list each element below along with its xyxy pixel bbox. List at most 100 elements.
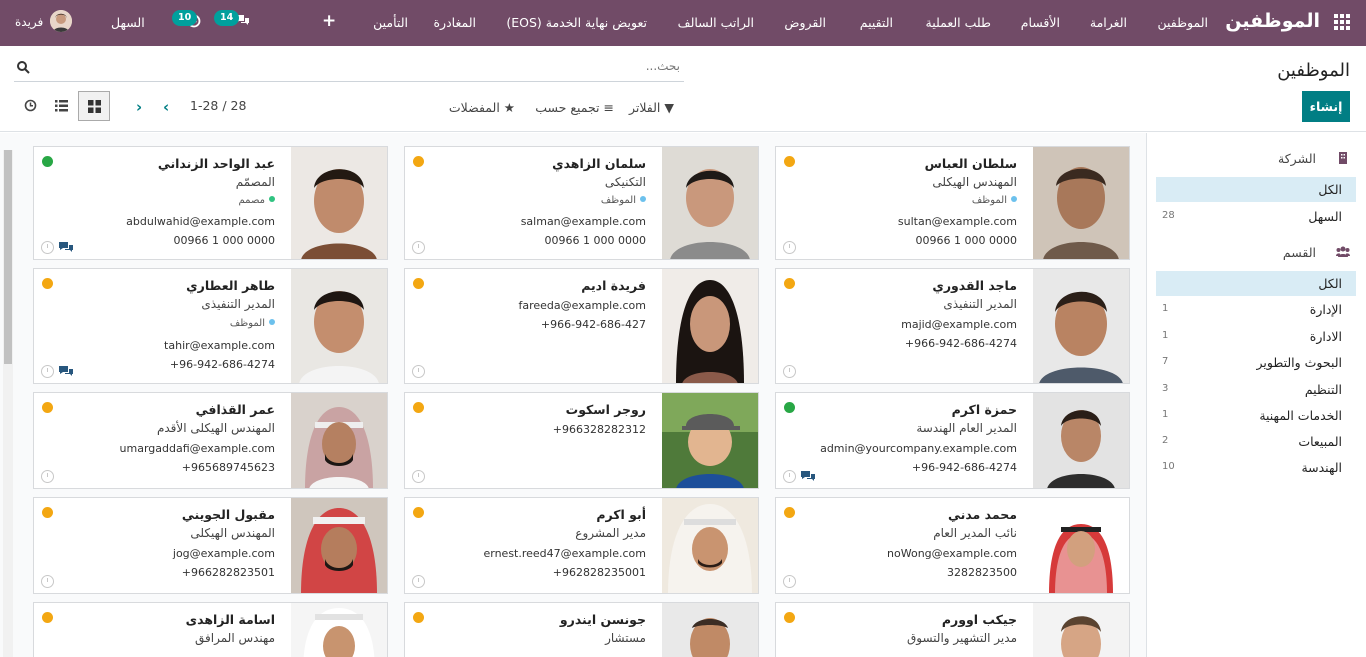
employee-card[interactable]: حمزة اكرم المدير العام الهندسة admin@you… <box>775 392 1130 489</box>
employee-card[interactable]: جيكب اوورم مدير التشهير والتسوق <box>775 602 1130 657</box>
page-title: الموظفين <box>1277 60 1350 81</box>
menu-loans[interactable]: القروض <box>784 15 826 30</box>
employee-email[interactable]: sultan@example.com <box>898 215 1017 228</box>
company-switcher[interactable]: السهل <box>111 15 145 30</box>
department-label: الكل <box>1318 276 1342 291</box>
message-icon[interactable] <box>59 366 73 376</box>
department-item[interactable]: التنظيم 3 <box>1156 377 1356 402</box>
list-view-icon <box>55 100 68 112</box>
department-item[interactable]: المبيعات 2 <box>1156 429 1356 454</box>
employee-email[interactable]: abdulwahid@example.com <box>126 215 275 228</box>
employee-email[interactable]: jog@example.com <box>173 547 275 560</box>
employee-card[interactable]: سلمان الزاهدي التكنيكى الموظف salman@exa… <box>404 146 759 260</box>
department-count: 7 <box>1162 356 1169 367</box>
scrollbar[interactable] <box>3 150 13 657</box>
apps-menu-icon[interactable] <box>1334 14 1350 30</box>
activity-view-button[interactable] <box>15 91 47 121</box>
presence-status-dot <box>413 507 424 518</box>
menu-salary-advance[interactable]: الراتب السالف <box>678 15 754 30</box>
employee-email[interactable]: noWong@example.com <box>887 547 1017 560</box>
employee-photo <box>1033 498 1129 593</box>
employee-card[interactable]: عبد الواحد الزنداني المصمّم مصمم abdulwa… <box>33 146 388 260</box>
employee-email[interactable]: salman@example.com <box>521 215 646 228</box>
scrollbar-thumb[interactable] <box>4 150 12 364</box>
pager-previous-icon[interactable]: ‹ <box>136 98 142 116</box>
employee-card[interactable]: مقبول الجويني المهندس الهيكلى jog@exampl… <box>33 497 388 594</box>
group-by-button[interactable]: ≡ تجميع حسب <box>535 100 614 115</box>
department-item[interactable]: البحوث والتطوير 7 <box>1156 350 1356 375</box>
activity-clock-icon[interactable] <box>41 575 54 588</box>
activity-clock-icon[interactable] <box>41 470 54 483</box>
employee-card[interactable]: اسامة الزاهدى مهندس المرافق <box>33 602 388 657</box>
activity-clock-icon[interactable] <box>783 470 796 483</box>
employee-card[interactable]: جونسن ايندرو مستشار <box>404 602 759 657</box>
menu-process-request[interactable]: طلب العملية <box>926 15 992 30</box>
employee-name: سلمان الزاهدي <box>552 156 646 171</box>
employee-photo <box>662 147 758 259</box>
activity-clock-icon[interactable] <box>412 365 425 378</box>
filter-icon: ▼ <box>664 100 674 115</box>
employee-tag: الموظف <box>972 195 1017 206</box>
favorites-button[interactable]: ★ المفضلات <box>449 100 515 115</box>
activity-clock-icon[interactable] <box>783 241 796 254</box>
employee-card[interactable]: روجر اسكوت +966328282312 <box>404 392 759 489</box>
activity-clock-icon[interactable] <box>41 241 54 254</box>
user-avatar[interactable] <box>50 10 72 32</box>
department-item[interactable]: الخدمات المهنية 1 <box>1156 403 1356 428</box>
users-icon <box>1336 246 1350 257</box>
employee-phone: +966328282312 <box>552 423 646 436</box>
employee-email[interactable]: admin@yourcompany.example.com <box>820 442 1017 455</box>
department-item-all[interactable]: الكل <box>1156 271 1356 296</box>
department-count: 1 <box>1162 303 1169 314</box>
company-item-all[interactable]: الكل <box>1156 177 1356 202</box>
search-input[interactable] <box>50 59 680 73</box>
activity-clock-icon[interactable] <box>41 365 54 378</box>
user-name[interactable]: فريدة <box>15 15 43 29</box>
employee-email[interactable]: tahir@example.com <box>164 339 275 352</box>
menu-eos[interactable]: تعويض نهاية الخدمة (EOS) <box>506 15 647 30</box>
activity-clock-icon[interactable] <box>783 575 796 588</box>
menu-fines[interactable]: الغرامة <box>1090 15 1127 30</box>
company-item-alsahl[interactable]: السهل 28 <box>1156 204 1356 229</box>
group-by-label: تجميع حسب <box>535 100 600 115</box>
employee-photo <box>291 498 387 593</box>
employee-email[interactable]: fareeda@example.com <box>519 299 647 312</box>
employee-photo <box>662 603 758 657</box>
kanban-view-button[interactable] <box>78 91 110 121</box>
activity-clock-icon[interactable] <box>412 470 425 483</box>
search-icon[interactable] <box>16 60 30 74</box>
department-item[interactable]: الهندسة 10 <box>1156 455 1356 480</box>
quick-create-icon[interactable]: + <box>322 11 336 31</box>
department-item[interactable]: الإدارة 1 <box>1156 297 1356 322</box>
employee-card[interactable]: فريدة اديم fareeda@example.com +966-942-… <box>404 268 759 384</box>
activity-clock-icon[interactable] <box>412 575 425 588</box>
menu-insurance[interactable]: التأمين <box>373 15 408 30</box>
menu-appraisal[interactable]: التقييم <box>860 15 893 30</box>
message-icon[interactable] <box>59 242 73 252</box>
create-button[interactable]: إنشاء <box>1302 91 1350 122</box>
list-view-button[interactable] <box>46 91 78 121</box>
employee-email[interactable]: umargaddafi@example.com <box>120 442 275 455</box>
employee-email[interactable]: majid@example.com <box>901 318 1017 331</box>
employee-job: مستشار <box>605 631 646 645</box>
employee-card[interactable]: طاهر العطاري المدير التنفيذى الموظف tahi… <box>33 268 388 384</box>
employee-email[interactable]: ernest.reed47@example.com <box>483 547 646 560</box>
filters-button[interactable]: ▼ الفلاتر <box>629 100 674 115</box>
menu-departments[interactable]: الأقسام <box>1021 15 1060 30</box>
star-icon: ★ <box>503 100 515 115</box>
pager-value[interactable]: 1-28 / 28 <box>190 98 246 113</box>
menu-employees[interactable]: الموظفين <box>1157 15 1208 30</box>
employee-name: حمزة اكرم <box>951 402 1017 417</box>
employee-card[interactable]: محمد مدني نائب المدير العام noWong@examp… <box>775 497 1130 594</box>
department-item[interactable]: الادارة 1 <box>1156 324 1356 349</box>
employee-card[interactable]: عمر القذافي المهندس الهيكلى الأقدم umarg… <box>33 392 388 489</box>
employee-card[interactable]: سلطان العباس المهندس الهيكلى الموظف sult… <box>775 146 1130 260</box>
pager-next-icon[interactable]: › <box>163 98 169 116</box>
activity-clock-icon[interactable] <box>412 241 425 254</box>
app-brand[interactable]: الموظفين <box>1225 10 1320 32</box>
message-icon[interactable] <box>801 471 815 481</box>
employee-card[interactable]: ماجد القدوري المدير التنفيذى majid@examp… <box>775 268 1130 384</box>
activity-clock-icon[interactable] <box>783 365 796 378</box>
employee-card[interactable]: أبو اكرم مدير المشروع ernest.reed47@exam… <box>404 497 759 594</box>
menu-leave[interactable]: المغادرة <box>434 15 477 30</box>
